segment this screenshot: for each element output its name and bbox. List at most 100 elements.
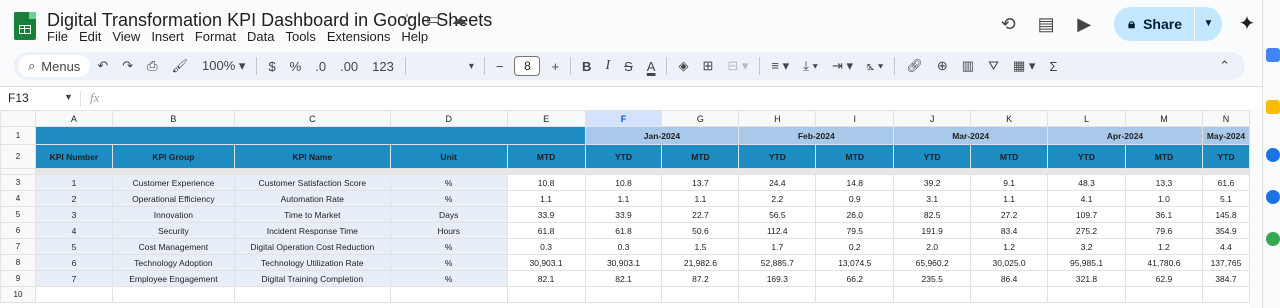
value-cell[interactable]: 22.7 bbox=[661, 206, 740, 223]
value-cell[interactable]: 48.3 bbox=[1047, 174, 1126, 191]
menu-extensions[interactable]: Extensions bbox=[327, 29, 391, 44]
column-header-g[interactable]: G bbox=[661, 110, 740, 127]
column-header-b[interactable]: B bbox=[111, 110, 235, 127]
increase-font-size-icon[interactable]: + bbox=[544, 59, 566, 74]
insert-chart-icon[interactable]: ▥ bbox=[955, 58, 981, 74]
vertical-align-icon[interactable]: ⤓ ▾ bbox=[796, 58, 825, 74]
value-cell[interactable]: 87.2 bbox=[661, 270, 740, 287]
value-cell[interactable]: 66.2 bbox=[815, 270, 895, 287]
row-header[interactable]: 9 bbox=[0, 270, 36, 287]
month-header-apr[interactable]: Apr-2024 bbox=[1047, 126, 1203, 145]
spreadsheet-grid[interactable]: A B C D E F G H I J K L M N 1 Jan-2024 F… bbox=[0, 110, 1250, 308]
value-cell[interactable]: 50.6 bbox=[661, 222, 740, 239]
value-cell[interactable]: 0.3 bbox=[584, 238, 663, 255]
kpi-group-cell[interactable]: Technology Adoption bbox=[111, 254, 235, 271]
value-cell[interactable]: 2.0 bbox=[893, 238, 972, 255]
table-cell[interactable] bbox=[584, 286, 663, 303]
value-cell[interactable]: 79.5 bbox=[815, 222, 895, 239]
kpi-number-cell[interactable]: 3 bbox=[34, 206, 113, 223]
row-header[interactable]: 8 bbox=[0, 254, 36, 271]
value-cell[interactable]: 30,903.1 bbox=[584, 254, 663, 271]
gemini-sparkle-icon[interactable]: ✦ bbox=[1232, 7, 1262, 41]
value-cell[interactable]: 13.7 bbox=[661, 174, 740, 191]
kpi-name-cell[interactable]: Digital Operation Cost Reduction bbox=[233, 238, 391, 255]
value-cell[interactable]: 0.3 bbox=[506, 238, 586, 255]
header-feb-mtd[interactable]: MTD bbox=[661, 144, 740, 169]
value-cell[interactable]: 0.2 bbox=[815, 238, 895, 255]
value-cell[interactable]: 354.9 bbox=[1201, 222, 1250, 239]
table-cell[interactable] bbox=[1201, 286, 1250, 303]
kpi-group-cell[interactable]: Operational Efficiency bbox=[111, 190, 235, 207]
table-cell[interactable] bbox=[738, 286, 817, 303]
value-cell[interactable]: 10.8 bbox=[506, 174, 586, 191]
row-header[interactable]: 4 bbox=[0, 190, 36, 207]
table-cell[interactable] bbox=[111, 286, 235, 303]
redo-icon[interactable]: ↷ bbox=[115, 58, 140, 74]
column-header-h[interactable]: H bbox=[738, 110, 817, 127]
unit-cell[interactable]: % bbox=[389, 190, 508, 207]
borders-icon[interactable]: ⊞ bbox=[695, 58, 720, 74]
column-header-j[interactable]: J bbox=[893, 110, 972, 127]
value-cell[interactable]: 109.7 bbox=[1047, 206, 1126, 223]
header-jan-mtd[interactable]: MTD bbox=[506, 144, 586, 169]
strikethrough-button[interactable]: S bbox=[617, 59, 640, 74]
kpi-name-cell[interactable]: Automation Rate bbox=[233, 190, 391, 207]
star-icon[interactable]: ☆ bbox=[398, 11, 416, 29]
undo-icon[interactable]: ↶ bbox=[90, 58, 115, 74]
header-may-mtd[interactable]: MTD bbox=[1124, 144, 1203, 169]
meet-icon[interactable]: ▶ bbox=[1066, 6, 1102, 42]
currency-format-button[interactable]: $ bbox=[261, 59, 282, 74]
header-feb-ytd[interactable]: YTD bbox=[738, 144, 817, 169]
search-menus-button[interactable]: ⌕ Menus bbox=[18, 55, 91, 77]
value-cell[interactable]: 30,025.0 bbox=[970, 254, 1049, 271]
increase-decimal-button[interactable]: .00 bbox=[333, 59, 365, 74]
keep-icon[interactable] bbox=[1266, 100, 1280, 114]
table-cell[interactable] bbox=[389, 286, 508, 303]
unit-cell[interactable]: % bbox=[389, 174, 508, 191]
share-button[interactable]: 🔒︎ Share bbox=[1114, 7, 1194, 41]
value-cell[interactable]: 3.1 bbox=[893, 190, 972, 207]
column-header-m[interactable]: M bbox=[1124, 110, 1203, 127]
column-header-c[interactable]: C bbox=[233, 110, 391, 127]
unit-cell[interactable]: Days bbox=[389, 206, 508, 223]
header-kpi-number[interactable]: KPI Number bbox=[34, 144, 113, 169]
value-cell[interactable]: 52,885.7 bbox=[738, 254, 817, 271]
value-cell[interactable]: 145.8 bbox=[1201, 206, 1250, 223]
value-cell[interactable]: 235.5 bbox=[893, 270, 972, 287]
kpi-name-cell[interactable]: Time to Market bbox=[233, 206, 391, 223]
table-cell[interactable] bbox=[970, 286, 1049, 303]
value-cell[interactable]: 95,985.1 bbox=[1047, 254, 1126, 271]
value-cell[interactable]: 82.1 bbox=[584, 270, 663, 287]
menu-format[interactable]: Format bbox=[195, 29, 236, 44]
kpi-group-cell[interactable]: Employee Engagement bbox=[111, 270, 235, 287]
kpi-number-cell[interactable]: 6 bbox=[34, 254, 113, 271]
value-cell[interactable]: 62.9 bbox=[1124, 270, 1203, 287]
column-header-e[interactable]: E bbox=[506, 110, 586, 127]
cloud-status-icon[interactable]: ☁ bbox=[450, 11, 468, 29]
value-cell[interactable]: 1.1 bbox=[584, 190, 663, 207]
value-cell[interactable]: 10.8 bbox=[584, 174, 663, 191]
value-cell[interactable]: 83.4 bbox=[970, 222, 1049, 239]
table-cell[interactable] bbox=[661, 286, 740, 303]
value-cell[interactable]: 275.2 bbox=[1047, 222, 1126, 239]
kpi-number-cell[interactable]: 7 bbox=[34, 270, 113, 287]
value-cell[interactable]: 4.1 bbox=[1047, 190, 1126, 207]
value-cell[interactable]: 2.2 bbox=[738, 190, 817, 207]
value-cell[interactable]: 1.7 bbox=[738, 238, 817, 255]
table-cell[interactable] bbox=[1047, 286, 1126, 303]
font-size-input[interactable]: 8 bbox=[514, 56, 541, 76]
bold-button[interactable]: B bbox=[575, 59, 598, 74]
unit-cell[interactable]: % bbox=[389, 254, 508, 271]
sheets-logo-icon[interactable] bbox=[14, 12, 36, 40]
header-mar-ytd[interactable]: YTD bbox=[893, 144, 972, 169]
font-family-select[interactable]: ▾ bbox=[410, 61, 480, 72]
name-box[interactable]: F13 bbox=[8, 91, 29, 105]
column-header-d[interactable]: D bbox=[389, 110, 508, 127]
value-cell[interactable]: 82.5 bbox=[893, 206, 972, 223]
value-cell[interactable]: 1.1 bbox=[970, 190, 1049, 207]
comments-icon[interactable]: ▤ bbox=[1028, 6, 1064, 42]
value-cell[interactable]: 1.5 bbox=[661, 238, 740, 255]
row-header-10[interactable]: 10 bbox=[0, 286, 36, 303]
value-cell[interactable]: 33.9 bbox=[584, 206, 663, 223]
menu-view[interactable]: View bbox=[112, 29, 140, 44]
